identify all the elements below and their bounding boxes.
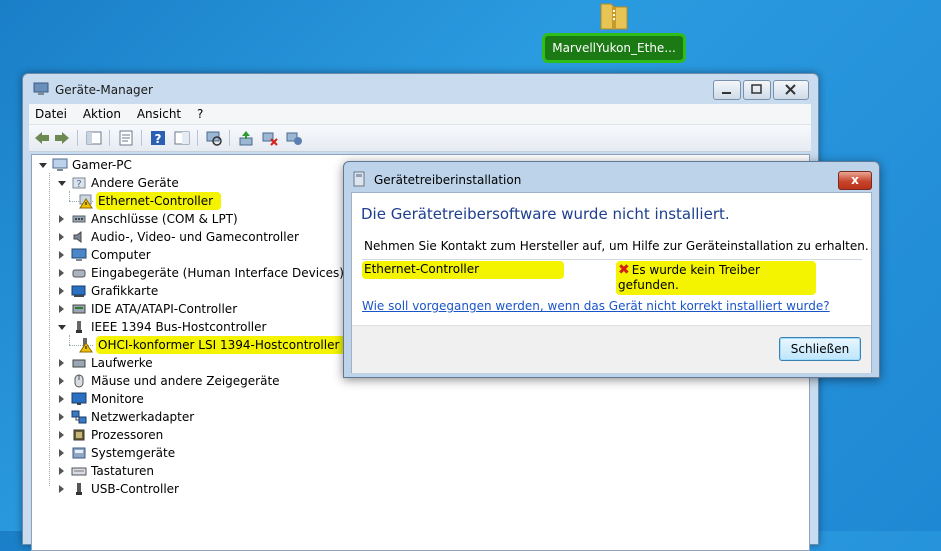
zip-folder-icon[interactable] [598, 0, 630, 32]
menu-bar: Datei Aktion Ansicht ? [29, 104, 811, 125]
tree-item-label: Mäuse und andere Zeigegeräte [91, 374, 280, 388]
error-status: ✖ Es wurde kein Treiber gefunden. [616, 261, 816, 295]
firewire-icon [76, 321, 82, 333]
display-adapter-icon [71, 285, 86, 297]
scan-hardware-icon[interactable] [205, 129, 223, 147]
port-icon [72, 215, 86, 223]
title-bar[interactable]: Geräte-Manager [23, 74, 818, 104]
tree-item-label: USB-Controller [91, 482, 179, 496]
tree-item-label: IDE ATA/ATAPI-Controller [91, 302, 238, 316]
expand-arrow-icon[interactable] [59, 377, 64, 385]
tree-item-label: Eingabegeräte (Human Interface Devices) [91, 266, 344, 280]
expand-arrow-icon[interactable] [59, 269, 64, 277]
window-title: Geräte-Manager [55, 83, 153, 97]
expand-arrow-icon[interactable] [59, 305, 64, 313]
system-icon [72, 447, 86, 459]
close-dialog-button[interactable]: Schließen [779, 337, 861, 361]
expand-arrow-icon[interactable] [59, 233, 64, 241]
uninstall-device-icon[interactable] [285, 129, 303, 147]
expand-arrow-icon[interactable] [59, 287, 64, 295]
svg-text:?: ? [76, 179, 81, 190]
disable-device-icon[interactable] [261, 129, 279, 147]
tree-item-label: Monitore [91, 392, 144, 406]
warning-device-icon [79, 194, 93, 209]
close-icon [785, 84, 796, 95]
driver-install-icon [353, 171, 365, 187]
error-status-text: Es wurde kein Treiber gefunden. [618, 263, 760, 292]
warning-device-icon [79, 338, 93, 353]
help-icon[interactable]: ? [149, 129, 167, 147]
collapse-arrow-icon[interactable] [58, 181, 66, 186]
minimize-button[interactable] [713, 80, 741, 100]
close-button[interactable] [773, 80, 809, 100]
maximize-button[interactable] [743, 80, 771, 100]
forward-arrow-icon[interactable] [53, 129, 71, 147]
dialog-heading: Die Gerätetreibersoftware wurde nicht in… [361, 205, 730, 223]
dialog-title: Gerätetreiberinstallation [374, 173, 522, 187]
tree-item-label: OHCI-konformer LSI 1394-Hostcontroller [96, 336, 346, 354]
tree-item-label: Prozessoren [91, 428, 164, 442]
ide-icon [72, 304, 86, 314]
menu-aktion[interactable]: Aktion [77, 104, 127, 124]
expand-arrow-icon[interactable] [59, 215, 64, 223]
expand-arrow-icon[interactable] [59, 449, 64, 457]
expand-arrow-icon[interactable] [59, 467, 64, 475]
expand-arrow-icon[interactable] [59, 359, 64, 367]
collapse-arrow-icon[interactable] [58, 325, 66, 330]
monitor-icon [71, 392, 87, 405]
tree-item-label: Andere Geräte [91, 176, 179, 190]
error-x-icon: ✖ [618, 262, 630, 278]
tree-item-label: Grafikkarte [91, 284, 159, 298]
network-icon [71, 410, 87, 424]
svg-text:?: ? [155, 132, 162, 146]
unknown-device-icon: ? [72, 177, 86, 190]
console-tree-icon[interactable] [85, 129, 103, 147]
tree-item-label: Laufwerke [91, 356, 153, 370]
tree-item-label: IEEE 1394 Bus-Hostcontroller [91, 320, 267, 334]
expand-arrow-icon[interactable] [59, 485, 64, 493]
tree-item-label: Audio-, Video- und Gamecontroller [91, 230, 299, 244]
properties-sheet-icon[interactable] [117, 129, 135, 147]
tree-item-label: Netzwerkadapter [91, 410, 195, 424]
maximize-icon [751, 84, 762, 94]
menu-datei[interactable]: Datei [29, 104, 73, 124]
menu-ansicht[interactable]: Ansicht [131, 104, 187, 124]
expand-arrow-icon[interactable] [59, 413, 64, 421]
mouse-icon [74, 374, 84, 388]
dialog-footer: Schließen [352, 325, 871, 373]
dialog-message: Nehmen Sie Kontakt zum Hersteller auf, u… [364, 239, 869, 253]
usb-icon [76, 483, 82, 495]
driver-installation-dialog: Gerätetreiberinstallation x Die Gerätetr… [343, 161, 880, 378]
computer-icon [52, 158, 68, 171]
tree-item-label: Tastaturen [91, 464, 154, 478]
show-hidden-icon[interactable] [173, 129, 191, 147]
minimize-icon [722, 92, 731, 94]
divider [362, 259, 862, 260]
drive-icon [72, 359, 86, 368]
expand-arrow-icon[interactable] [59, 395, 64, 403]
hid-icon [72, 269, 86, 278]
expand-arrow-icon[interactable] [59, 251, 64, 259]
desktop-icon-label[interactable]: MarvellYukon_Ethe... [545, 36, 683, 60]
menu-help[interactable]: ? [191, 104, 209, 124]
tree-item-label: Computer [91, 248, 151, 262]
device-manager-icon [33, 82, 49, 95]
cpu-icon [73, 429, 85, 441]
failed-device-name: Ethernet-Controller [362, 261, 564, 279]
speaker-icon [73, 231, 82, 243]
update-driver-icon[interactable] [237, 129, 255, 147]
keyboard-icon [71, 467, 87, 476]
collapse-arrow-icon[interactable] [39, 163, 47, 168]
tree-item-label: Ethernet-Controller [96, 192, 222, 210]
toolbar: ? [29, 125, 811, 152]
dialog-close-button[interactable]: x [838, 171, 872, 190]
expand-arrow-icon[interactable] [59, 431, 64, 439]
computer-icon [71, 248, 87, 261]
dialog-body: Die Gerätetreibersoftware wurde nicht in… [351, 192, 872, 373]
tree-root-label: Gamer-PC [72, 158, 132, 172]
tree-item-label: Systemgeräte [91, 446, 176, 460]
tree-item-label: Anschlüsse (COM & LPT) [91, 212, 238, 226]
help-link[interactable]: Wie soll vorgegangen werden, wenn das Ge… [362, 299, 830, 313]
back-arrow-icon[interactable] [33, 129, 51, 147]
